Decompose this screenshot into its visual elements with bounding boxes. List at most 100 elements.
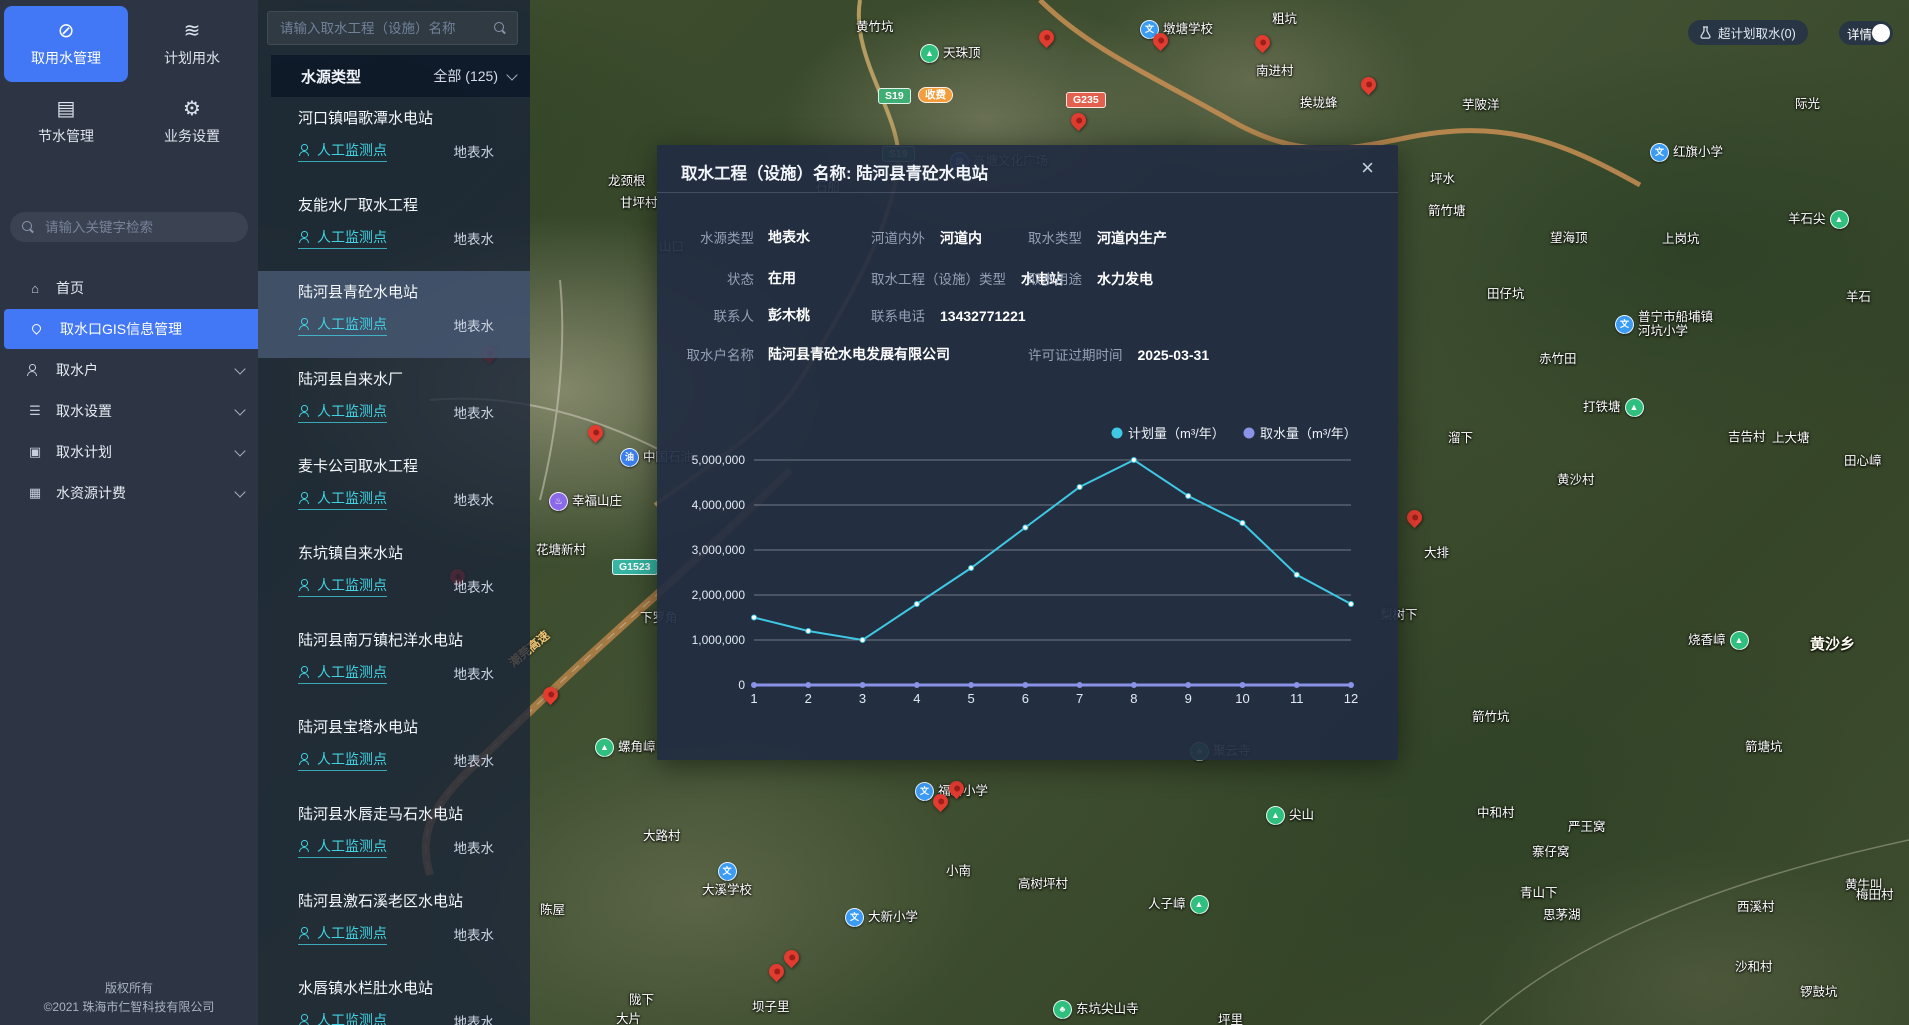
water-source-type: 地表水	[454, 837, 495, 857]
mountain-poi-icon[interactable]: ▲	[1190, 895, 1209, 914]
station-map-pin[interactable]	[1404, 507, 1425, 528]
sidebar-item-label: 首页	[56, 278, 244, 298]
place-name: 赤竹田	[1539, 352, 1577, 366]
sidebar-item-取水口GIS信息管理[interactable]: 取水口GIS信息管理	[4, 309, 258, 349]
station-list-item[interactable]: 陆河县激石溪老区水电站人工监测点地表水	[258, 880, 530, 967]
manual-monitor-link[interactable]: 人工监测点	[298, 662, 387, 684]
map-place-label: 黄沙乡	[1810, 636, 1855, 653]
mountain-poi-icon[interactable]: ▲	[1730, 631, 1749, 650]
sidebar-item-label: 取水设置	[56, 401, 224, 421]
detail-field-row: 取水户名称陆河县青砼水电发展有限公司许可证过期时间2025-03-31	[681, 344, 1374, 366]
school-poi-icon[interactable]: 文	[1650, 143, 1669, 162]
filter-value: 全部 (125)	[433, 66, 498, 86]
sidebar-item-首页[interactable]: ⌂首页	[0, 268, 258, 308]
launcher-tile-节水管理[interactable]: ▤节水管理	[4, 84, 128, 160]
station-map-pin[interactable]	[781, 947, 802, 968]
svg-text:5,000,000: 5,000,000	[692, 453, 746, 467]
station-list-item[interactable]: 陆河县南万镇杞洋水电站人工监测点地表水	[258, 619, 530, 706]
map-place-label: 中和村	[1477, 806, 1515, 820]
launcher-tile-取用水管理[interactable]: ⊘取用水管理	[4, 6, 128, 82]
manual-monitor-link[interactable]: 人工监测点	[298, 140, 387, 162]
mountain-poi-icon[interactable]: ▲	[1830, 210, 1849, 229]
place-name: 坪里	[1218, 1013, 1243, 1025]
map-place-label: 南进村	[1256, 64, 1294, 78]
station-map-pin[interactable]	[1036, 27, 1057, 48]
station-detail-modal: 取水工程（设施）名称: 陆河县青砼水电站 × 水源类型地表水河道内外河道内取水类…	[657, 145, 1398, 760]
detail-toggle[interactable]: 详情	[1839, 21, 1893, 45]
school-poi-icon[interactable]: 文	[845, 908, 864, 927]
map-place-label: 望海顶	[1550, 231, 1588, 245]
station-list-item[interactable]: 陆河县宝塔水电站人工监测点地表水	[258, 706, 530, 793]
station-name: 陆河县青砼水电站	[298, 281, 516, 302]
water-source-type: 地表水	[454, 489, 495, 509]
place-name: 上大塘	[1772, 431, 1810, 445]
sidebar-item-水资源计费[interactable]: ▦水资源计费	[0, 473, 258, 513]
field-value: 13432771221	[940, 308, 1026, 324]
place-name: 上岗坑	[1662, 232, 1700, 246]
map-place-label: 大片	[616, 1012, 641, 1025]
place-name: 黄沙村	[1557, 473, 1595, 487]
close-icon[interactable]: ×	[1357, 153, 1378, 183]
map-place-label: 文普宁市船埔镇河坑小学	[1615, 310, 1713, 339]
manual-monitor-link[interactable]: 人工监测点	[298, 1010, 387, 1025]
manual-monitor-link[interactable]: 人工监测点	[298, 749, 387, 771]
field-label: 取水工程（设施）类型	[871, 272, 1006, 287]
sidebar-item-取水计划[interactable]: ▣取水计划	[0, 432, 258, 472]
temple-poi-icon[interactable]: ♣	[1053, 1000, 1072, 1019]
mountain-poi-icon[interactable]: ▲	[1625, 398, 1644, 417]
station-map-pin[interactable]	[1068, 110, 1089, 131]
sidebar-item-取水户[interactable]: 取水户	[0, 350, 258, 390]
station-map-pin[interactable]	[540, 684, 561, 705]
svg-text:1: 1	[750, 691, 757, 706]
detail-field-row: 水源类型地表水河道内外河道内取水类型河道内生产	[681, 227, 1374, 249]
station-search[interactable]	[267, 11, 518, 45]
station-list-item[interactable]: 陆河县青砼水电站人工监测点地表水	[258, 271, 530, 358]
school-poi-icon[interactable]: 文	[718, 862, 737, 881]
manual-monitor-link[interactable]: 人工监测点	[298, 314, 387, 336]
place-name: 烧香嶂	[1688, 633, 1726, 647]
water-source-filter[interactable]: 水源类型 全部 (125)	[271, 55, 530, 97]
station-map-pin[interactable]	[1358, 74, 1379, 95]
manual-monitor-link[interactable]: 人工监测点	[298, 488, 387, 510]
launcher-tile-业务设置[interactable]: ⚙业务设置	[130, 84, 254, 160]
over-plan-intake-button[interactable]: 超计划取水(0)	[1688, 20, 1808, 45]
station-list-item[interactable]: 水唇镇水栏肚水电站人工监测点地表水	[258, 967, 530, 1025]
manual-monitor-link[interactable]: 人工监测点	[298, 401, 387, 423]
station-list-item[interactable]: 河口镇唱歌潭水电站人工监测点地表水	[258, 97, 530, 184]
fuel-poi-icon[interactable]: 油	[620, 448, 639, 467]
station-meta-row: 人工监测点地表水	[298, 401, 516, 423]
place-name: 普宁市船埔镇河坑小学	[1638, 310, 1713, 339]
manual-monitor-link[interactable]: 人工监测点	[298, 575, 387, 597]
field-value: 河道内	[940, 230, 982, 246]
station-list-item[interactable]: 友能水厂取水工程人工监测点地表水	[258, 184, 530, 271]
station-list-item[interactable]: 东坑镇自来水站人工监测点地表水	[258, 532, 530, 619]
school-poi-icon[interactable]: 文	[1615, 315, 1634, 334]
manual-monitor-link[interactable]: 人工监测点	[298, 836, 387, 858]
station-list-item[interactable]: 陆河县自来水厂人工监测点地表水	[258, 358, 530, 445]
place-name: 坪水	[1430, 172, 1455, 186]
manual-monitor-link[interactable]: 人工监测点	[298, 227, 387, 249]
school-poi-icon[interactable]: 文	[915, 782, 934, 801]
road-badge: G1523	[612, 559, 658, 575]
manual-monitor-link[interactable]: 人工监测点	[298, 923, 387, 945]
sidebar-search[interactable]	[10, 212, 248, 242]
station-search-input[interactable]	[278, 20, 486, 37]
launcher-tile-计划用水[interactable]: ≋计划用水	[130, 6, 254, 82]
station-map-pin[interactable]	[1252, 32, 1273, 53]
mountain-poi-icon[interactable]: ▲	[1266, 806, 1285, 825]
map-place-label: 挨垅蜂	[1300, 96, 1338, 110]
station-list-item[interactable]: 麦卡公司取水工程人工监测点地表水	[258, 445, 530, 532]
svg-text:8: 8	[1130, 691, 1137, 706]
field-pair: 取水类型河道内生产	[1028, 227, 1167, 248]
map-place-label: 粗坑	[1272, 12, 1297, 26]
map-place-label: 上大塘	[1772, 431, 1810, 445]
sidebar-search-input[interactable]	[43, 219, 236, 236]
mountain-poi-icon[interactable]: ▲	[595, 738, 614, 757]
resort-poi-icon[interactable]: ♨	[549, 492, 568, 511]
sidebar-item-取水设置[interactable]: ☰取水设置	[0, 391, 258, 431]
mountain-poi-icon[interactable]: ▲	[920, 44, 939, 63]
station-list-item[interactable]: 陆河县水唇走马石水电站人工监测点地表水	[258, 793, 530, 880]
station-map-pin[interactable]	[585, 422, 606, 443]
station-map-pin[interactable]	[766, 961, 787, 982]
person-icon	[298, 231, 310, 243]
